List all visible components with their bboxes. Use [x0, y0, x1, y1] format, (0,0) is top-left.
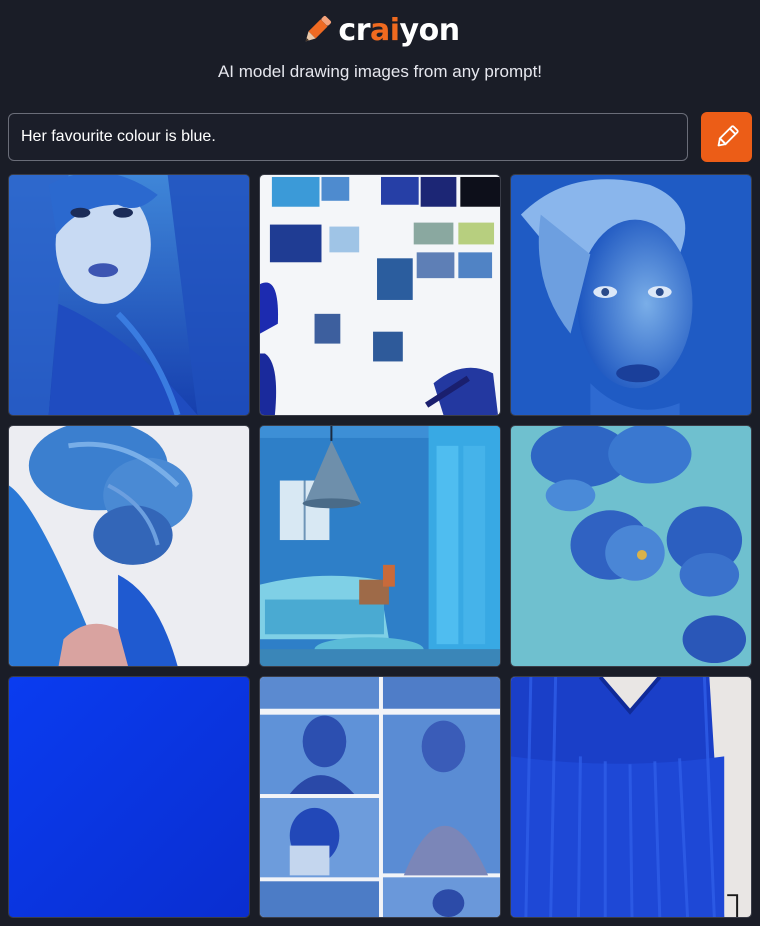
image-tile-solid-blue[interactable]	[8, 676, 250, 918]
image-tile-blue-hair-woman[interactable]	[8, 174, 250, 416]
tagline: AI model drawing images from any prompt!	[217, 62, 543, 81]
prompt-input[interactable]	[8, 113, 688, 161]
image-tile-blue-swatches[interactable]	[259, 174, 501, 416]
pencil-icon	[717, 125, 739, 147]
generated-image	[260, 175, 500, 415]
image-grid	[8, 174, 752, 918]
generated-image	[9, 175, 249, 415]
image-tile-blue-portrait[interactable]	[510, 174, 752, 416]
generated-image	[511, 175, 751, 415]
brand-name: craiyon	[338, 12, 460, 48]
generated-image	[9, 426, 249, 666]
image-tile-living-room[interactable]	[259, 425, 501, 667]
pencil-logo-icon	[306, 15, 332, 42]
image-tile-fashion-collage[interactable]	[259, 676, 501, 918]
generated-image	[260, 426, 500, 666]
draw-button[interactable]	[701, 112, 752, 162]
image-tile-braided-bun[interactable]	[8, 425, 250, 667]
image-tile-fluffy-flowers[interactable]	[510, 425, 752, 667]
generated-image	[9, 677, 249, 917]
generated-image	[260, 677, 500, 917]
generated-image	[511, 677, 751, 917]
image-tile-pleated-dress[interactable]	[510, 676, 752, 918]
brand-logo[interactable]: craiyon	[0, 8, 760, 52]
generated-image	[511, 426, 751, 666]
